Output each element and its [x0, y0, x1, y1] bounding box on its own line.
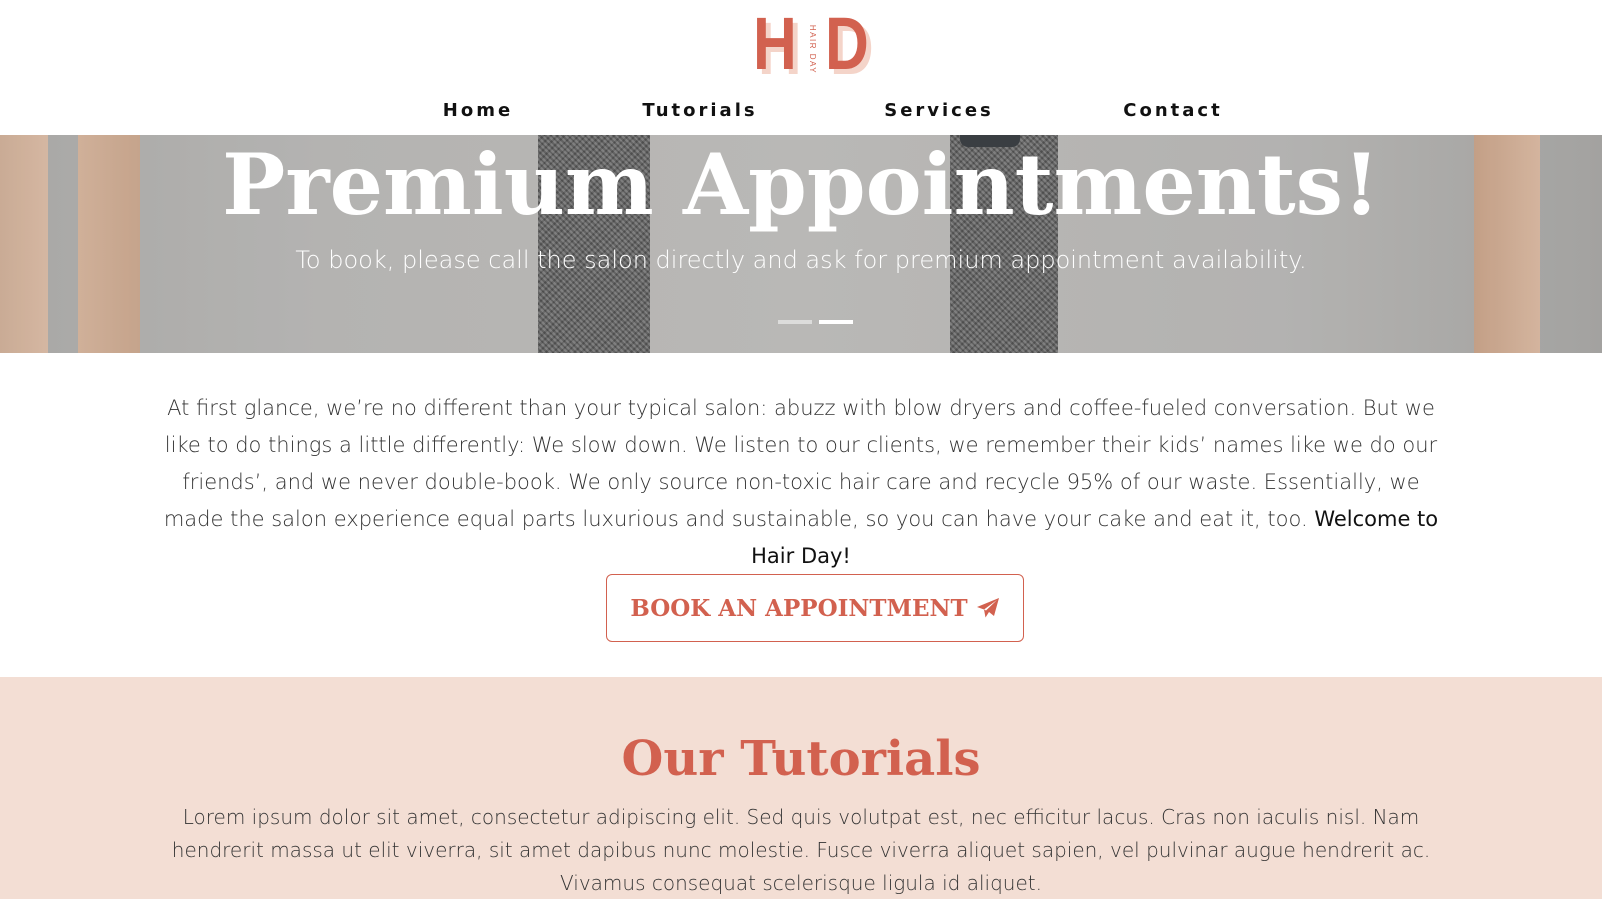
hero-subtitle: To book, please call the salon directly …: [295, 246, 1307, 274]
hero-title: Premium Appointments!: [222, 135, 1380, 234]
logo-subtitle-wrap: HAIR DAY: [799, 18, 827, 80]
logo-letter-h: H: [753, 2, 797, 85]
main-nav: Home Tutorials Services Contact: [0, 100, 1602, 126]
tutorials-text: Lorem ipsum dolor sit amet, consectetur …: [171, 805, 1431, 895]
hero-slider: Premium Appointments! To book, please ca…: [0, 135, 1602, 353]
hair-day-logo[interactable]: H D HAIR DAY: [753, 2, 877, 85]
slider-dot-2-active[interactable]: [819, 320, 853, 324]
nav-home[interactable]: Home: [443, 100, 513, 121]
intro-text: At first glance, we’re no different than…: [163, 396, 1438, 531]
intro-paragraph: At first glance, we’re no different than…: [150, 390, 1452, 575]
logo-letter-d: D: [825, 2, 869, 85]
slider-dot-1[interactable]: [778, 320, 812, 324]
site-header: H D HAIR DAY Home Tutorials Services Con…: [0, 0, 1602, 135]
paper-plane-icon: [976, 597, 1000, 619]
slider-dots: [778, 320, 854, 324]
book-appointment-label: BOOK AN APPOINTMENT: [630, 594, 968, 622]
tutorials-section: Our Tutorials Lorem ipsum dolor sit amet…: [0, 677, 1602, 899]
logo-subtitle: HAIR DAY: [808, 24, 818, 74]
tutorials-title: Our Tutorials: [621, 731, 981, 787]
book-appointment-button[interactable]: BOOK AN APPOINTMENT: [606, 574, 1024, 642]
nav-services[interactable]: Services: [884, 100, 994, 121]
nav-contact[interactable]: Contact: [1123, 100, 1222, 121]
nav-tutorials[interactable]: Tutorials: [642, 100, 757, 121]
